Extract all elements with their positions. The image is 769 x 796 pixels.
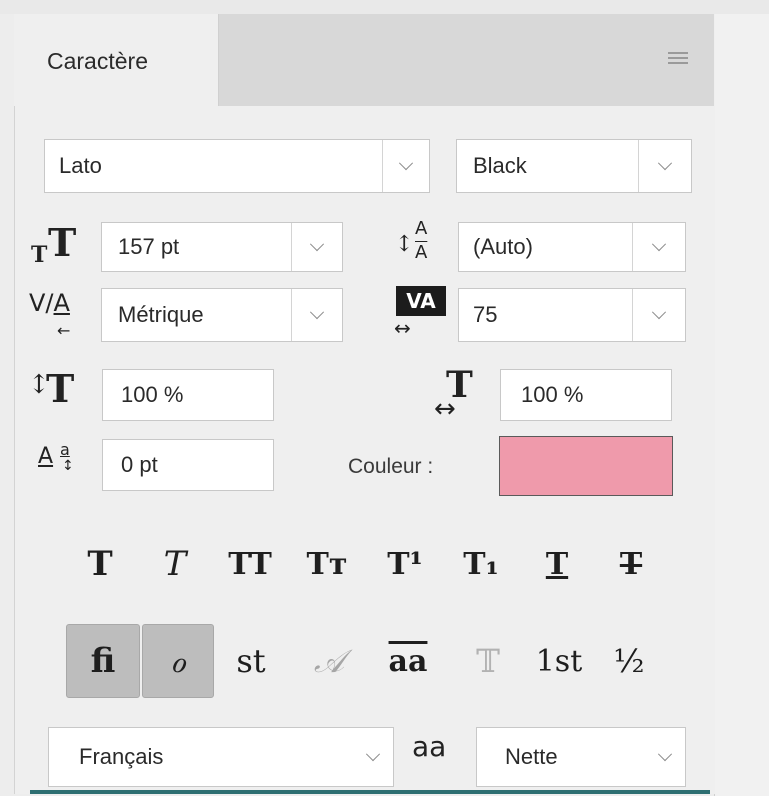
small-caps-button[interactable]: Tт — [296, 540, 358, 588]
faux-italic-button[interactable]: T — [150, 540, 200, 588]
subscript-icon: T₁ — [463, 546, 499, 582]
kerning-select[interactable]: Métrique — [101, 288, 343, 342]
small-caps-icon: Tт — [306, 546, 348, 582]
chevron-down-icon[interactable] — [382, 140, 429, 192]
swash-icon: 𝒜 — [313, 641, 345, 680]
panel-menu-icon[interactable] — [668, 52, 688, 66]
baseline-shift-icon: A a ↕ — [38, 440, 74, 474]
chevron-down-icon[interactable] — [645, 728, 685, 786]
tracking-field[interactable]: 75 — [458, 288, 686, 342]
document-area — [714, 14, 769, 796]
language-select[interactable]: Français — [48, 727, 394, 787]
chevron-down-icon[interactable] — [632, 223, 685, 271]
horizontal-scale-field[interactable]: 100 % — [500, 369, 672, 421]
antialias-value: Nette — [505, 744, 558, 769]
all-caps-button[interactable]: TT — [218, 540, 282, 588]
tracking-icon: VA ↔ — [394, 286, 454, 344]
language-value: Français — [79, 744, 164, 769]
tab-character[interactable]: Caractère — [14, 14, 219, 106]
swash-button[interactable]: 𝒜 — [300, 624, 358, 698]
antialias-icon: aa — [412, 730, 447, 763]
titling-alternates-icon: 𝕋 — [476, 642, 500, 680]
window-top-strip — [0, 0, 769, 14]
stylistic-alternates-icon: aa — [388, 643, 428, 679]
chevron-down-icon[interactable] — [353, 728, 393, 786]
superscript-icon: T¹ — [387, 546, 423, 582]
strikethrough-icon: T — [619, 546, 643, 582]
underline-button[interactable]: T — [532, 540, 582, 588]
contextual-alternates-button[interactable]: ℴ — [142, 624, 214, 698]
horizontal-scale-value: 100 % — [521, 382, 584, 407]
tracking-value: 75 — [473, 302, 498, 327]
strikethrough-button[interactable]: T — [606, 540, 656, 588]
ordinals-icon: 1st — [535, 643, 583, 679]
discretionary-ligatures-button[interactable]: st — [222, 624, 280, 698]
kerning-value: Métrique — [118, 302, 204, 327]
panel-bottom-accent — [30, 790, 710, 794]
vertical-scale-field[interactable]: 100 % — [102, 369, 274, 421]
standard-ligatures-icon: fi — [90, 641, 116, 681]
font-size-icon: T T — [31, 220, 77, 268]
baseline-shift-field[interactable]: 0 pt — [102, 439, 274, 491]
font-family-select[interactable]: Lato — [44, 139, 430, 193]
font-size-field[interactable]: 157 pt — [101, 222, 343, 272]
chevron-down-icon[interactable] — [632, 289, 685, 341]
font-family-value: Lato — [59, 153, 102, 178]
font-style-select[interactable]: Black — [456, 139, 692, 193]
horizontal-scale-icon: T ↔ — [434, 364, 473, 424]
discretionary-ligatures-icon: st — [236, 642, 266, 680]
color-label: Couleur : — [348, 455, 434, 478]
tab-label: Caractère — [47, 48, 148, 74]
stylistic-alternates-button[interactable]: aa — [372, 624, 444, 698]
leading-field[interactable]: (Auto) — [458, 222, 686, 272]
fractions-icon: ½ — [613, 642, 645, 680]
font-size-value: 157 pt — [118, 234, 180, 259]
leading-icon: ↕ A A — [395, 218, 428, 263]
chevron-down-icon[interactable] — [291, 223, 342, 271]
chevron-down-icon[interactable] — [638, 140, 691, 192]
faux-bold-button[interactable]: T — [70, 540, 130, 588]
kerning-icon: V/A ← — [29, 289, 71, 340]
fractions-button[interactable]: ½ — [600, 624, 658, 698]
font-style-value: Black — [473, 153, 527, 178]
superscript-button[interactable]: T¹ — [376, 540, 434, 588]
vertical-scale-icon: ↕ T — [28, 366, 75, 411]
antialias-select[interactable]: Nette — [476, 727, 686, 787]
leading-value: (Auto) — [473, 234, 533, 259]
vertical-scale-value: 100 % — [121, 382, 184, 407]
baseline-shift-value: 0 pt — [121, 452, 158, 477]
color-swatch[interactable] — [499, 436, 673, 496]
titling-alternates-button[interactable]: 𝕋 — [458, 624, 518, 698]
chevron-down-icon[interactable] — [291, 289, 342, 341]
standard-ligatures-button[interactable]: fi — [66, 624, 140, 698]
all-caps-icon: TT — [228, 546, 272, 582]
underline-icon: T — [545, 546, 569, 582]
contextual-alternates-icon: ℴ — [170, 641, 186, 681]
ordinals-button[interactable]: 1st — [528, 624, 590, 698]
faux-italic-icon: T — [163, 544, 187, 584]
subscript-button[interactable]: T₁ — [454, 540, 508, 588]
faux-bold-icon: T — [87, 544, 113, 584]
